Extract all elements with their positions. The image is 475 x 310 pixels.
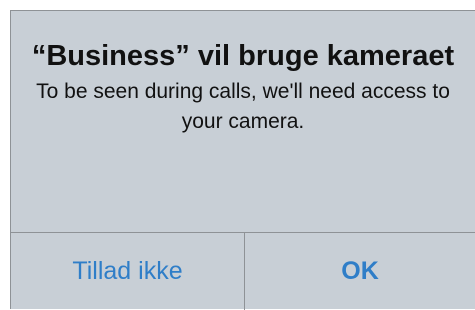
alert-title: “Business” vil bruge kameraet bbox=[31, 40, 455, 72]
ok-button[interactable]: OK bbox=[245, 233, 475, 310]
alert-content: “Business” vil bruge kameraet To be seen… bbox=[11, 11, 475, 232]
alert-message: To be seen during calls, we'll need acce… bbox=[36, 80, 450, 133]
permission-alert-dialog: “Business” vil bruge kameraet To be seen… bbox=[10, 10, 475, 310]
deny-button[interactable]: Tillad ikke bbox=[11, 233, 244, 310]
